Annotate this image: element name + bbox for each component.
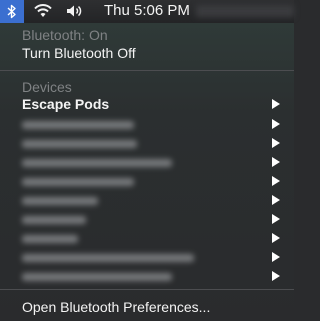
submenu-arrow-icon — [272, 252, 280, 262]
volume-icon — [67, 5, 82, 17]
bluetooth-icon — [7, 4, 16, 19]
menubar-clock[interactable]: Thu 5:06 PM — [104, 2, 190, 19]
blurred-device-item[interactable] — [22, 273, 172, 281]
blurred-device-item[interactable] — [22, 216, 86, 224]
submenu-arrow-icon — [272, 99, 280, 109]
blurred-menubar-items — [196, 5, 294, 17]
open-bluetooth-preferences-item[interactable]: Open Bluetooth Preferences... — [22, 299, 210, 315]
bluetooth-menu: Bluetooth: On Turn Bluetooth Off Devices… — [0, 23, 294, 321]
blurred-device-item[interactable] — [22, 235, 78, 243]
volume-menu-extra[interactable] — [66, 3, 86, 23]
submenu-arrow-icon — [272, 119, 280, 129]
bluetooth-status: Bluetooth: On — [22, 27, 108, 43]
submenu-arrow-icon — [272, 214, 280, 224]
submenu-arrow-icon — [272, 233, 280, 243]
device-escape-pods[interactable]: Escape Pods — [22, 96, 109, 112]
blurred-device-item[interactable] — [22, 140, 137, 148]
submenu-arrow-icon — [272, 157, 280, 167]
blurred-device-item[interactable] — [22, 159, 172, 167]
submenu-arrow-icon — [272, 271, 280, 281]
submenu-arrow-icon — [272, 138, 280, 148]
submenu-arrow-icon — [272, 195, 280, 205]
blurred-device-item[interactable] — [22, 197, 98, 205]
wifi-menu-extra[interactable] — [33, 3, 53, 23]
submenu-arrow-icon — [272, 176, 280, 186]
turn-bluetooth-off-item[interactable]: Turn Bluetooth Off — [22, 45, 136, 61]
menu-separator — [0, 289, 294, 290]
menu-separator — [0, 70, 294, 71]
devices-header: Devices — [22, 79, 72, 95]
blurred-device-item[interactable] — [22, 254, 194, 262]
menu-bar: Thu 5:06 PM — [0, 0, 294, 23]
bluetooth-menu-extra[interactable] — [0, 0, 24, 23]
blurred-device-item[interactable] — [22, 121, 134, 129]
blurred-device-item[interactable] — [22, 178, 134, 186]
wifi-icon — [34, 4, 52, 17]
